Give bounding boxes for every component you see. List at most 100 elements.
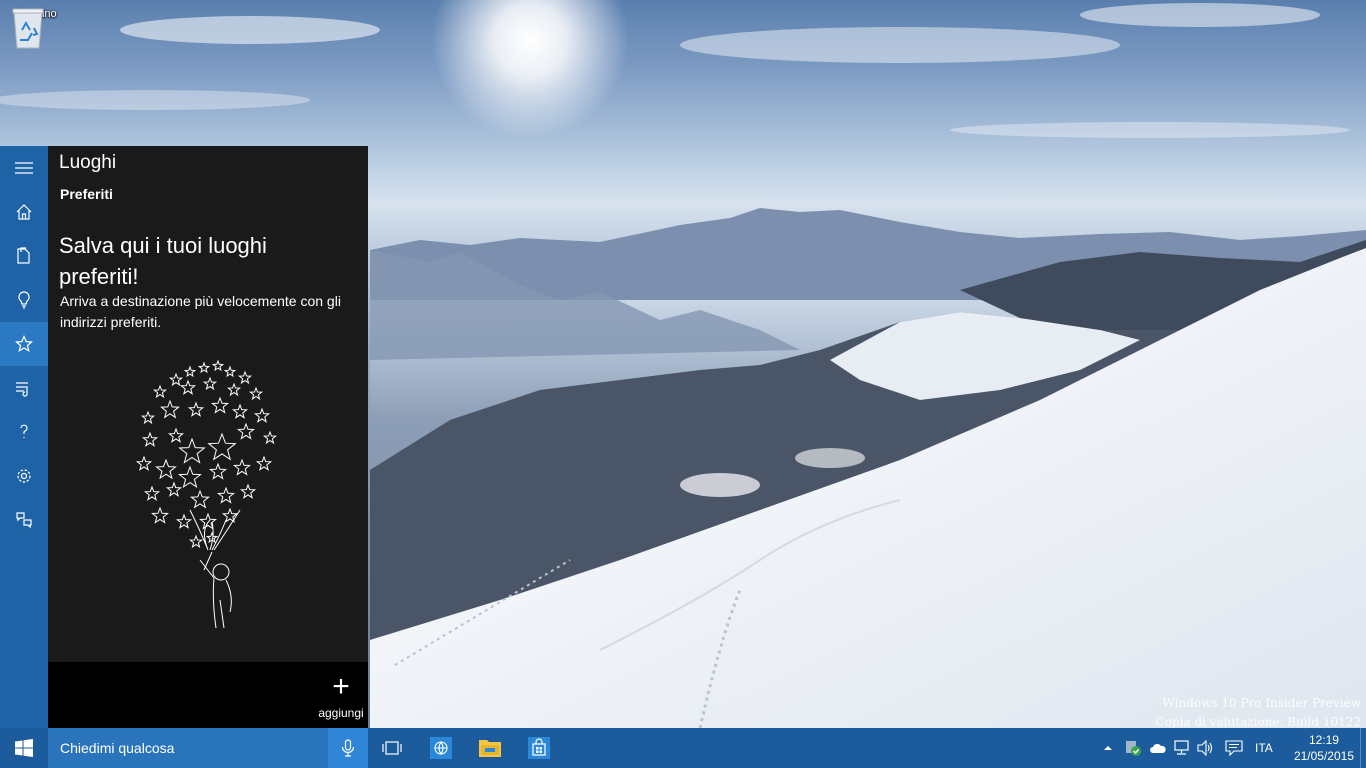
- menu-button[interactable]: [0, 146, 48, 190]
- chevron-up-icon: [1104, 746, 1112, 750]
- reminders-icon: [16, 382, 28, 397]
- balloon-star-icon: [187, 401, 205, 417]
- balloon-star-icon: [167, 427, 185, 443]
- action-center-button[interactable]: [1225, 739, 1243, 757]
- balloon-star-icon: [239, 483, 257, 499]
- file-explorer-button[interactable]: [467, 728, 513, 768]
- balloon-star-icon: [175, 513, 193, 529]
- balloon-star-icon: [237, 422, 255, 440]
- balloon-star-icon: [233, 458, 251, 476]
- feedback-button[interactable]: [0, 498, 48, 542]
- recycle-bin-icon: [12, 8, 44, 49]
- balloon-star-icon: [143, 485, 161, 501]
- balloon-star-icon: [135, 455, 153, 471]
- show-hidden-icons-button[interactable]: [1099, 739, 1117, 757]
- spartan-browser-button[interactable]: [418, 728, 464, 768]
- empty-state-description: Arriva a destinazione più velocemente co…: [60, 293, 341, 330]
- balloon-star-icon: [253, 407, 271, 423]
- balloon-star-icon: [255, 455, 273, 471]
- balloon-star-icon: [152, 384, 168, 399]
- task-view-button[interactable]: [369, 728, 415, 768]
- balloon-star-icon: [223, 365, 237, 378]
- feedback-icon: [16, 512, 32, 529]
- balloon-star-icon: [226, 382, 242, 397]
- cortana-search-box[interactable]: [48, 728, 328, 768]
- clock-date: 21/05/2015: [1293, 749, 1354, 763]
- build-watermark: Windows 10 Pro Insider Preview Copia di …: [1156, 694, 1361, 728]
- star-balloons-illustration: [135, 360, 278, 629]
- balloon-star-icon: [221, 507, 239, 523]
- balloon-star-icon: [199, 512, 217, 530]
- notebook-button[interactable]: [0, 234, 48, 278]
- clock-time: 12:19: [1308, 733, 1339, 747]
- balloon-star-icon: [217, 486, 235, 504]
- star-icon: [15, 335, 33, 353]
- defender-tray-button[interactable]: [1124, 739, 1142, 757]
- help-button[interactable]: [0, 410, 48, 454]
- notebook-icon: [17, 247, 30, 264]
- onedrive-tray-button[interactable]: [1149, 739, 1167, 757]
- balloon-star-icon: [183, 365, 197, 378]
- places-button[interactable]: [0, 322, 48, 366]
- settings-icon: [17, 469, 31, 483]
- balloon-star-icon: [262, 430, 278, 445]
- network-icon: [1174, 740, 1189, 755]
- volume-tray-button[interactable]: [1197, 739, 1215, 757]
- places-pane: Luoghi Preferiti Salva qui i tuoi luoghi…: [48, 146, 368, 728]
- network-tray-button[interactable]: [1173, 739, 1191, 757]
- show-desktop-button[interactable]: [1360, 728, 1366, 768]
- add-label: aggiungi: [318, 706, 364, 720]
- balloon-star-icon: [248, 386, 264, 401]
- plus-icon: +: [332, 670, 350, 703]
- tips-button[interactable]: [0, 278, 48, 322]
- balloon-star-icon: [211, 396, 229, 414]
- store-button[interactable]: [516, 728, 562, 768]
- balloon-star-icon: [165, 481, 183, 497]
- balloon-star-icon: [188, 534, 204, 549]
- watermark-edition: Windows 10 Pro Insider Preview: [1162, 696, 1361, 710]
- speaker-icon: [1197, 740, 1213, 756]
- empty-state-heading: Salva qui i tuoi luoghi preferiti!: [59, 233, 267, 289]
- app-bar: + aggiungi: [48, 662, 368, 728]
- balloon-star-icon: [197, 361, 211, 374]
- input-language-button[interactable]: ITA: [1255, 741, 1273, 755]
- balloon-star-icon: [179, 379, 197, 395]
- hamburger-menu-icon: [15, 162, 33, 174]
- search-input[interactable]: [48, 739, 322, 757]
- onedrive-cloud-icon: [1150, 743, 1166, 753]
- cortana-nav-rail: [0, 146, 48, 728]
- balloon-star-icon: [178, 465, 202, 489]
- balloon-star-icon: [207, 432, 237, 461]
- cortana-panel: Luoghi Preferiti Salva qui i tuoi luoghi…: [0, 146, 368, 728]
- start-button[interactable]: [0, 728, 48, 768]
- security-check-icon: [1126, 741, 1141, 756]
- balloon-star-icon: [141, 431, 159, 447]
- microphone-icon: [341, 739, 355, 757]
- system-clock[interactable]: 12:19 21/05/2015: [1294, 732, 1354, 764]
- pane-title: Luoghi: [59, 152, 117, 173]
- browser-globe-icon: [430, 737, 452, 759]
- lightbulb-icon: [18, 291, 30, 309]
- balloon-star-icon: [178, 437, 206, 464]
- recycle-bin-shortcut[interactable]: Cestino: [10, 6, 66, 49]
- notification-icon: [1225, 740, 1243, 756]
- balloon-star-icon: [168, 372, 184, 387]
- add-place-button[interactable]: + aggiungi: [316, 670, 366, 721]
- folder-icon: [479, 740, 501, 757]
- watermark-build: Copia di valutazione. Build 10122: [1155, 715, 1361, 728]
- home-button[interactable]: [0, 190, 48, 234]
- balloon-star-icon: [211, 360, 225, 372]
- help-icon: [20, 424, 28, 438]
- balloon-star-icon: [237, 370, 253, 385]
- microphone-button[interactable]: [328, 728, 368, 768]
- home-icon: [16, 204, 32, 220]
- balloon-star-icon: [160, 399, 180, 419]
- taskbar: ITA 12:19 21/05/2015: [0, 728, 1366, 768]
- balloon-star-icon: [151, 506, 169, 524]
- balloon-star-icon: [231, 403, 249, 419]
- balloon-star-icon: [155, 458, 177, 480]
- reminders-button[interactable]: [0, 366, 48, 410]
- windows-logo-icon: [15, 739, 33, 757]
- store-bag-icon: [528, 737, 550, 759]
- settings-button[interactable]: [0, 454, 48, 498]
